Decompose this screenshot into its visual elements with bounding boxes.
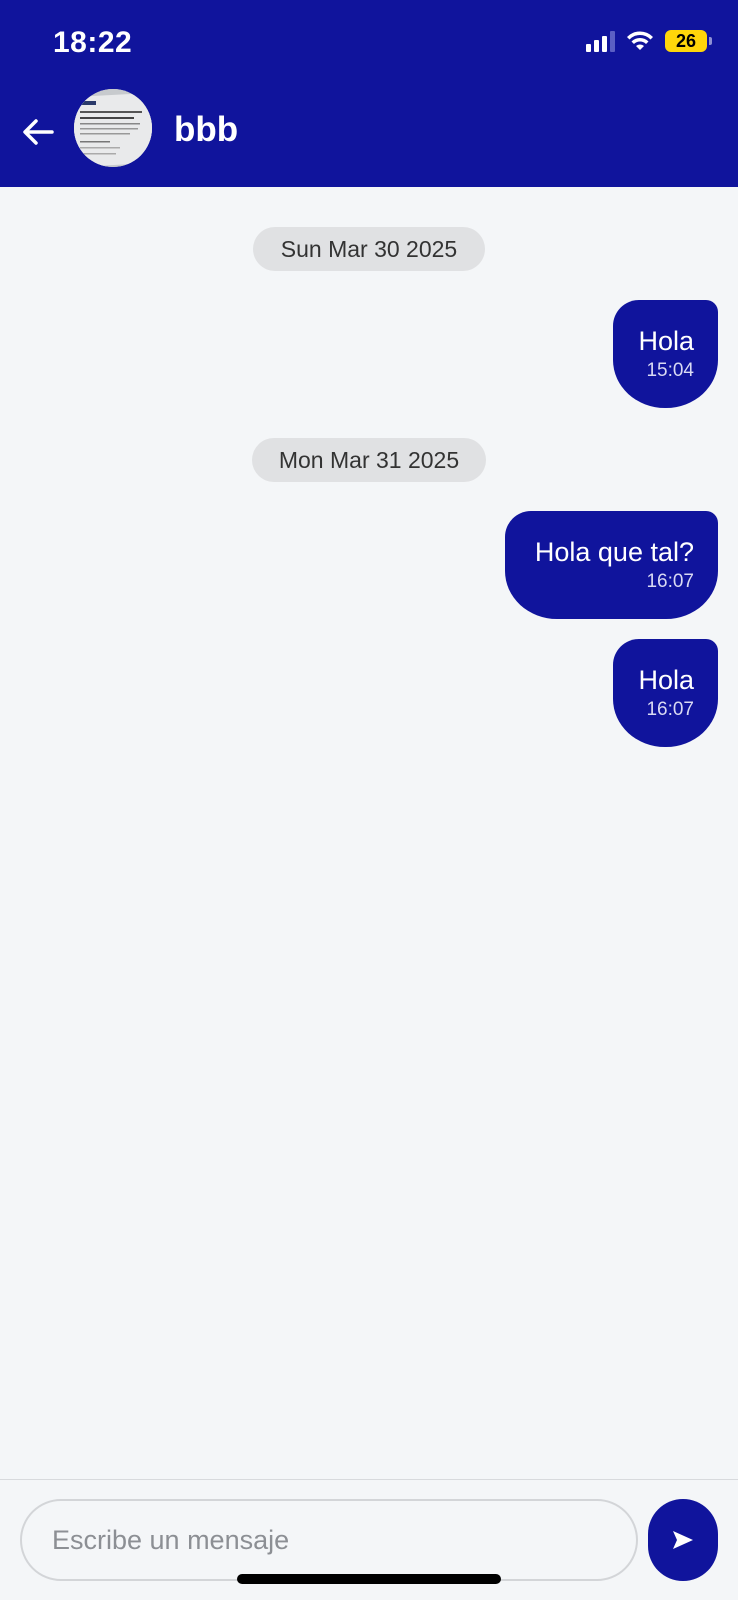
home-indicator bbox=[237, 1574, 501, 1584]
avatar-document-image bbox=[74, 89, 152, 167]
battery-icon: 26 bbox=[665, 30, 707, 52]
date-separator: Sun Mar 30 2025 bbox=[253, 227, 485, 271]
composer-divider bbox=[0, 1479, 738, 1480]
back-button[interactable] bbox=[18, 112, 58, 152]
outgoing-message[interactable]: Hola 16:07 bbox=[613, 639, 718, 747]
wifi-icon bbox=[627, 31, 653, 50]
date-separator: Mon Mar 31 2025 bbox=[252, 438, 486, 482]
message-time: 15:04 bbox=[646, 360, 694, 381]
contact-avatar[interactable] bbox=[74, 89, 152, 167]
arrow-left-icon bbox=[23, 119, 54, 145]
message-text: Hola bbox=[638, 326, 694, 356]
contact-name[interactable]: bbb bbox=[174, 110, 238, 150]
message-text: Hola que tal? bbox=[534, 537, 694, 567]
message-input[interactable] bbox=[20, 1499, 638, 1581]
status-icons: 26 bbox=[586, 30, 712, 52]
message-list[interactable]: Sun Mar 30 2025 Hola 15:04 Mon Mar 31 20… bbox=[0, 187, 738, 1479]
send-button[interactable] bbox=[648, 1499, 718, 1581]
outgoing-message[interactable]: Hola que tal? 16:07 bbox=[505, 511, 718, 619]
chat-header: 18:22 26 bbb bbox=[0, 0, 738, 187]
cellular-signal-icon bbox=[586, 30, 615, 52]
status-time: 18:22 bbox=[53, 26, 133, 59]
outgoing-message[interactable]: Hola 15:04 bbox=[613, 300, 718, 408]
message-time: 16:07 bbox=[646, 571, 694, 592]
message-text: Hola bbox=[638, 665, 694, 695]
send-icon bbox=[673, 1531, 693, 1549]
message-time: 16:07 bbox=[646, 699, 694, 720]
